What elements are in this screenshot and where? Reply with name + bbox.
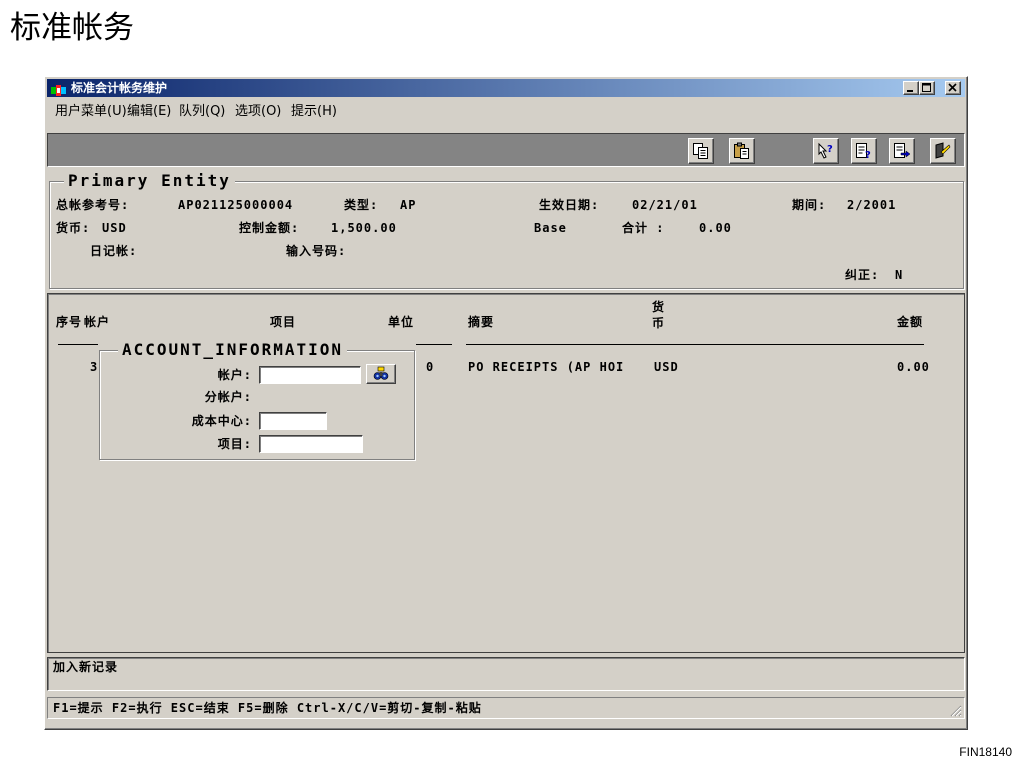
effective-date-value: 02/21/01 [632, 198, 698, 212]
type-label: 类型: [344, 198, 379, 212]
account-label: 帐户: [217, 368, 252, 382]
period-value: 2/2001 [847, 198, 897, 212]
status-message: 加入新记录 [53, 660, 119, 674]
maximize-icon [922, 83, 931, 92]
resize-grip-icon[interactable] [948, 702, 962, 717]
lookup-icon [373, 366, 389, 380]
paste-icon [734, 142, 749, 159]
currency-value: USD [102, 221, 127, 235]
header-account: 帐户 [84, 315, 111, 329]
function-key-hints: F1=提示 F2=执行 ESC=结束 F5=删除 Ctrl-X/C/V=剪切-复… [53, 701, 482, 715]
function-key-hint-bar: F1=提示 F2=执行 ESC=结束 F5=删除 Ctrl-X/C/V=剪切-复… [47, 697, 965, 719]
row-currency: USD [654, 360, 679, 374]
record-hint-button[interactable]: ? [851, 138, 877, 164]
minimize-button[interactable] [903, 81, 919, 95]
account-information-popup: ACCOUNT_INFORMATION 帐户: 分帐户: 成本中心: 项目: [99, 341, 415, 460]
type-value: AP [400, 198, 417, 212]
export-button[interactable] [889, 138, 915, 164]
close-icon [948, 83, 957, 92]
primary-entity-legend: Primary Entity [64, 172, 235, 190]
svg-text:?: ? [827, 144, 833, 155]
currency-label: 货币: [56, 221, 91, 235]
primary-entity-group: Primary Entity 总帐参考号: AP021125000004 类型:… [49, 172, 964, 289]
paste-button[interactable] [729, 138, 755, 164]
control-amount-value: 1,500.00 [331, 221, 397, 235]
row-unit: 0 [426, 360, 435, 374]
svg-text:?: ? [865, 150, 871, 160]
export-icon [894, 143, 911, 158]
control-amount-label: 控制金额: [239, 221, 300, 235]
header-unit: 单位 [388, 315, 415, 329]
header-item: 项目 [270, 315, 297, 329]
header-currency: 货币 [652, 300, 666, 330]
period-label: 期间: [792, 198, 827, 212]
page-heading: 标准帐务 [10, 10, 134, 46]
header-underline-seq [58, 344, 98, 345]
detail-table: 序号 帐户 项目 单位 摘要 货币 金额 3 0 PO RECEIPTS (AP… [47, 293, 965, 653]
record-hint-icon: ? [856, 143, 871, 160]
toolbar: ? ? [47, 133, 965, 167]
menu-queue[interactable]: 队列(Q) [179, 104, 225, 120]
exit-icon [935, 142, 951, 159]
account-lookup-button[interactable] [366, 364, 396, 384]
figure-code: FIN18140 [959, 745, 1012, 759]
row-seq: 3 [90, 360, 99, 374]
header-summary: 摘要 [468, 315, 495, 329]
header-amount: 金额 [897, 315, 924, 329]
copy-button[interactable] [688, 138, 714, 164]
menu-hint[interactable]: 提示(H) [291, 104, 337, 120]
window-title: 标准会计帐务维护 [71, 81, 168, 95]
app-icon[interactable] [51, 82, 67, 96]
copy-icon [693, 143, 708, 159]
cost-center-label: 成本中心: [191, 414, 252, 428]
menu-user-menu[interactable]: 用户菜单(U) [55, 104, 127, 120]
sub-account-label: 分帐户: [204, 390, 252, 404]
cost-center-input[interactable] [259, 412, 327, 430]
base-label: Base [534, 221, 567, 235]
total-value: 0.00 [699, 221, 732, 235]
minimize-icon [907, 90, 913, 92]
menu-edit[interactable]: 编辑(E) [127, 104, 171, 120]
maximize-button[interactable] [919, 81, 935, 95]
account-input[interactable] [259, 366, 361, 384]
field-hint-button[interactable]: ? [813, 138, 839, 164]
row-summary: PO RECEIPTS (AP HOI [468, 360, 625, 374]
item-label: 项目: [217, 437, 252, 451]
gl-ref-value: AP021125000004 [178, 198, 294, 212]
correction-value: N [895, 268, 904, 282]
header-seq: 序号 [56, 315, 83, 329]
exit-button[interactable] [930, 138, 956, 164]
app-window: 标准会计帐务维护 用户菜单(U) 编辑(E) 队列(Q) 选项(O) 提示(H) [44, 76, 968, 730]
gl-ref-label: 总帐参考号: [56, 198, 130, 212]
status-panel: 加入新记录 [47, 657, 965, 691]
input-number-label: 输入号码: [286, 244, 347, 258]
field-hint-icon: ? [818, 142, 833, 159]
row-amount: 0.00 [897, 360, 930, 374]
journal-label: 日记帐: [90, 244, 138, 258]
header-underline-summary [466, 344, 924, 345]
item-input[interactable] [259, 435, 363, 453]
close-button[interactable] [945, 81, 961, 95]
menu-bar: 用户菜单(U) 编辑(E) 队列(Q) 选项(O) 提示(H) [47, 99, 965, 123]
menu-options[interactable]: 选项(O) [235, 104, 281, 120]
title-bar[interactable]: 标准会计帐务维护 [47, 79, 965, 97]
total-label: 合计 : [622, 221, 665, 235]
account-information-legend: ACCOUNT_INFORMATION [118, 341, 348, 359]
effective-date-label: 生效日期: [539, 198, 600, 212]
correction-label: 纠正: [845, 268, 880, 282]
header-underline-unit [416, 344, 452, 345]
